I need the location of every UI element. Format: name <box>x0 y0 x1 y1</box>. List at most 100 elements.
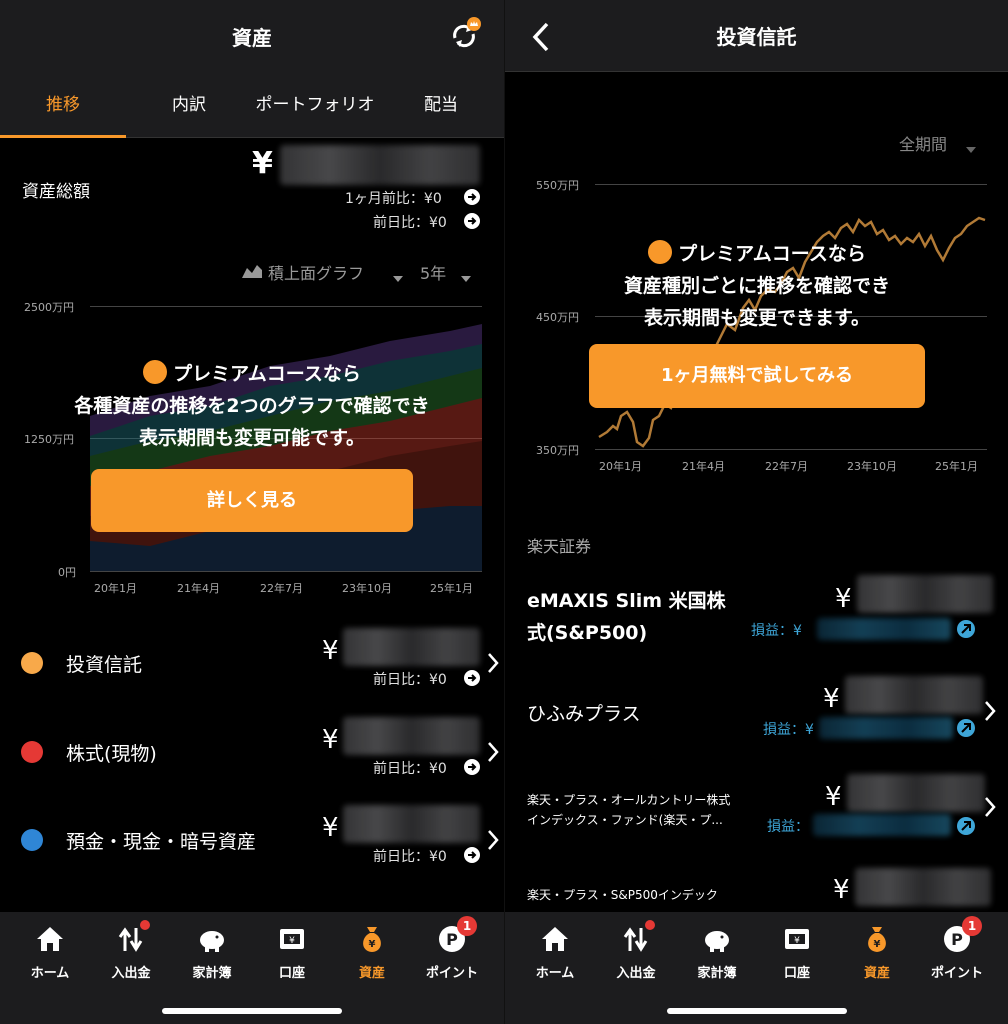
points-icon: P1 <box>437 916 477 954</box>
chevron-right-icon[interactable] <box>486 652 500 674</box>
home-indicator[interactable] <box>667 1008 847 1014</box>
chart-type-icon[interactable] <box>241 260 263 284</box>
points-icon: P1 <box>942 916 982 954</box>
account-icon: ¥ <box>782 924 812 954</box>
fund-name[interactable]: eMAXIS Slim 米国株 式(S&P500) <box>527 585 726 649</box>
x-tick: 22年7月 <box>260 582 303 595</box>
nav-accounts[interactable]: ¥ 口座 <box>252 924 332 981</box>
svg-text:¥: ¥ <box>874 939 881 950</box>
tab-trend[interactable]: 推移 <box>0 72 126 138</box>
nav-home[interactable]: ホーム <box>515 924 595 981</box>
arrow-right-icon[interactable] <box>464 847 480 863</box>
svg-text:¥: ¥ <box>369 939 376 950</box>
crown-icon <box>648 240 673 264</box>
page-title: 投資信託 <box>716 25 797 49</box>
nav-assets[interactable]: ¥ 資産 <box>332 924 412 981</box>
arrow-right-icon[interactable] <box>464 189 480 205</box>
x-tick: 25年1月 <box>430 582 473 595</box>
nav-household[interactable]: 家計簿 <box>677 924 757 981</box>
legend-dot <box>21 741 43 763</box>
asset-name[interactable]: 株式(現物) <box>66 739 157 766</box>
legend-dot <box>21 829 43 851</box>
fund-pl-hidden <box>819 717 953 739</box>
nav-accounts[interactable]: ¥ 口座 <box>757 924 837 981</box>
nav-household[interactable]: 家計簿 <box>172 924 252 981</box>
fund-name[interactable]: 楽天・プラス・オールカントリー株式 インデックス・ファンド(楽天・プ... <box>527 790 730 830</box>
tab-dividend[interactable]: 配当 <box>386 72 496 138</box>
chevron-right-icon[interactable] <box>983 700 997 722</box>
asset-name[interactable]: 投資信託 <box>66 650 142 677</box>
nav-assets[interactable]: ¥ 資産 <box>837 924 917 981</box>
points-badge: 1 <box>457 916 477 936</box>
arrow-up-right-icon[interactable] <box>957 817 975 835</box>
x-tick: 23年10月 <box>847 460 897 473</box>
fund-amount-hidden <box>857 575 993 613</box>
fund-currency: ¥ <box>835 584 852 614</box>
arrow-right-icon[interactable] <box>464 759 480 775</box>
home-indicator[interactable] <box>162 1008 342 1014</box>
period-select[interactable]: 5年 <box>420 260 446 284</box>
chevron-right-icon[interactable] <box>486 741 500 763</box>
asset-currency: ¥ <box>322 636 339 666</box>
svg-text:P: P <box>446 930 458 949</box>
fund-pl-label: 損益： <box>767 819 809 835</box>
fund-currency: ¥ <box>823 684 840 714</box>
asset-amount-hidden <box>343 717 480 755</box>
x-tick: 21年4月 <box>682 460 725 473</box>
account-icon: ¥ <box>277 924 307 954</box>
back-icon[interactable] <box>527 20 557 54</box>
dropdown-icon <box>393 267 403 286</box>
asset-day-compare: 前日比：¥0 <box>373 849 447 865</box>
arrow-up-right-icon[interactable] <box>957 719 975 737</box>
fund-currency: ¥ <box>833 875 850 905</box>
total-currency: ¥ <box>252 146 273 181</box>
fund-amount-hidden <box>847 774 985 812</box>
refresh-icon[interactable] <box>444 16 484 56</box>
assets-screen: 資産 推移 内訳 ポートフォリオ 配当 資産総額 ¥ 1ヶ月前比：¥0 前日比：… <box>0 0 504 1024</box>
svg-text:P: P <box>951 930 963 949</box>
chart-type-select[interactable]: 積上面グラフ <box>268 260 364 284</box>
x-tick: 20年1月 <box>94 582 137 595</box>
premium-promo: プレミアムコースなら 各種資産の推移を2つのグラフで確認でき 表示期間も変更可能… <box>30 358 474 454</box>
asset-amount-hidden <box>343 628 480 666</box>
header: 投資信託 <box>505 0 1008 72</box>
arrow-right-icon[interactable] <box>464 213 480 229</box>
money-bag-icon: ¥ <box>357 924 387 954</box>
nav-points[interactable]: P1 ポイント <box>917 916 997 981</box>
tab-underline <box>0 135 126 138</box>
nav-points[interactable]: P1 ポイント <box>412 916 492 981</box>
notification-dot <box>140 920 150 930</box>
tab-bar: 推移 内訳 ポートフォリオ 配当 <box>0 72 504 138</box>
bottom-nav: ホーム 入出金 家計簿 ¥ 口座 ¥ 資産 P1 ポイント <box>0 912 504 1024</box>
month-compare: 1ヶ月前比：¥0 <box>345 191 442 207</box>
asset-name[interactable]: 預金・現金・暗号資産 <box>66 827 256 854</box>
notification-dot <box>645 920 655 930</box>
chevron-right-icon[interactable] <box>486 829 500 851</box>
fund-pl-hidden <box>813 814 951 836</box>
fund-pl-label: 損益：¥ <box>751 623 802 639</box>
chevron-right-icon[interactable] <box>983 796 997 818</box>
points-badge: 1 <box>962 916 982 936</box>
crown-icon <box>143 360 168 384</box>
nav-transfer[interactable]: 入出金 <box>596 920 676 981</box>
svg-text:¥: ¥ <box>289 936 295 946</box>
asset-currency: ¥ <box>322 725 339 755</box>
fund-pl-hidden <box>817 618 951 640</box>
transfer-icon <box>116 920 150 954</box>
nav-home[interactable]: ホーム <box>10 924 90 981</box>
free-trial-button[interactable]: 1ヶ月無料で試してみる <box>589 344 925 408</box>
period-select[interactable]: 全期間 <box>899 131 947 155</box>
arrow-up-right-icon[interactable] <box>957 620 975 638</box>
home-icon <box>540 924 570 954</box>
y-tick: 0円 <box>58 566 76 579</box>
transfer-icon <box>621 920 655 954</box>
fund-name[interactable]: ひふみプラス <box>527 699 641 726</box>
header: 資産 <box>0 0 504 72</box>
x-tick: 23年10月 <box>342 582 392 595</box>
nav-transfer[interactable]: 入出金 <box>91 920 171 981</box>
tab-breakdown[interactable]: 内訳 <box>126 72 252 138</box>
arrow-right-icon[interactable] <box>464 670 480 686</box>
fund-name[interactable]: 楽天・プラス・S&P500インデック <box>527 885 718 905</box>
tab-portfolio[interactable]: ポートフォリオ <box>240 72 390 138</box>
details-button[interactable]: 詳しく見る <box>91 469 413 532</box>
